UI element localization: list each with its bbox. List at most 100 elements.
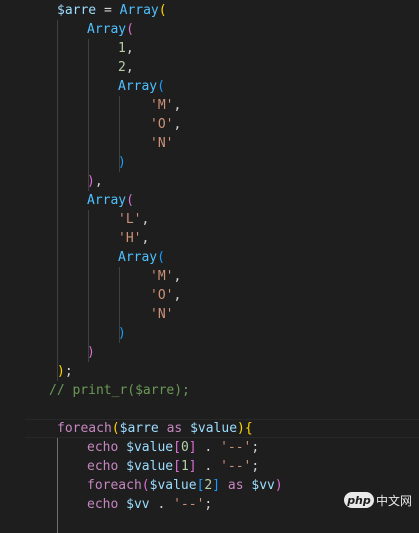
code-token: [ (173, 440, 181, 455)
code-token: '--' (173, 497, 205, 512)
php-logo: php (343, 492, 374, 508)
code-token: 2 (118, 60, 126, 75)
code-token: ( (158, 3, 167, 18)
code-token: $arre (119, 421, 159, 436)
code-line[interactable]: 'N' (150, 134, 173, 153)
code-token: , (173, 269, 182, 284)
code-token: ; (204, 497, 213, 512)
code-token: $value (190, 421, 238, 436)
code-line[interactable]: Array( (87, 20, 134, 39)
code-token: ] (212, 478, 221, 493)
code-line[interactable]: 'M', (150, 96, 181, 115)
code-token: , (141, 231, 150, 246)
code-token: . (196, 440, 221, 455)
code-line[interactable]: ) (118, 324, 126, 343)
code-line[interactable]: 'L', (118, 210, 149, 229)
code-line[interactable]: Array( (87, 191, 134, 210)
code-token: ( (141, 478, 150, 493)
code-token: 'N' (150, 307, 174, 322)
code-line[interactable]: echo $value[0] . '--'; (87, 438, 259, 457)
code-token: Array (118, 79, 158, 94)
site-watermark: php 中文网 (343, 491, 412, 509)
code-line[interactable]: echo $vv . '--'; (87, 495, 212, 514)
code-token: Array (87, 22, 127, 37)
code-token: , (94, 174, 103, 189)
code-token: echo (87, 497, 127, 512)
code-line[interactable]: Array( (118, 77, 165, 96)
code-line[interactable]: ) (118, 153, 126, 172)
code-token: , (125, 41, 134, 56)
code-token: 'M' (150, 269, 174, 284)
code-line[interactable]: echo $value[1] . '--'; (87, 457, 259, 476)
code-token: $vv (251, 478, 275, 493)
indent-guide (88, 39, 89, 191)
code-token: '--' (220, 440, 252, 455)
code-line[interactable]: 1, (118, 39, 134, 58)
code-token: . (149, 497, 174, 512)
code-token: ) (237, 421, 245, 436)
code-token: $value (126, 440, 174, 455)
code-token: , (173, 98, 182, 113)
code-token: // print_r($arre); (49, 383, 190, 398)
code-token: ( (157, 250, 165, 265)
code-token: 'O' (150, 288, 174, 303)
code-token: ] (188, 440, 197, 455)
code-token: Array (119, 3, 159, 18)
code-token: ( (157, 79, 165, 94)
code-token: 'M' (150, 98, 174, 113)
code-token: echo (87, 459, 127, 474)
code-line[interactable]: 2, (118, 58, 134, 77)
code-token: '--' (220, 459, 252, 474)
indent-guide (57, 20, 58, 381)
code-token: ] (188, 459, 197, 474)
code-line[interactable]: ) (87, 343, 95, 362)
code-line[interactable]: Array( (118, 248, 165, 267)
code-line[interactable]: ), (87, 172, 103, 191)
code-token: ( (126, 193, 134, 208)
code-token: ; (64, 364, 73, 379)
code-token: foreach (57, 421, 112, 436)
code-line[interactable]: 'H', (118, 229, 149, 248)
code-line[interactable]: 'N' (150, 305, 173, 324)
code-token: as (220, 478, 252, 493)
code-token: Array (87, 193, 127, 208)
code-token: as (158, 421, 191, 436)
code-token: . (196, 459, 221, 474)
code-line[interactable]: ); (57, 362, 73, 381)
indent-guide (88, 210, 89, 362)
code-token: $value (126, 459, 174, 474)
code-token: , (173, 117, 182, 132)
code-token: , (125, 60, 134, 75)
code-token: 1 (118, 41, 126, 56)
code-token: ) (87, 345, 95, 360)
code-token: 'O' (150, 117, 174, 132)
code-token: , (173, 288, 182, 303)
code-token: ( (126, 22, 134, 37)
code-line[interactable]: $arre = Array( (57, 1, 167, 20)
code-line[interactable]: 'M', (150, 267, 181, 286)
code-token: ; (251, 459, 260, 474)
code-line[interactable]: foreach($value[2] as $vv) (87, 476, 283, 495)
code-token: ; (251, 440, 260, 455)
code-line[interactable]: // print_r($arre); (49, 381, 190, 400)
code-token: foreach (87, 478, 142, 493)
code-token: echo (87, 440, 127, 455)
code-token: ) (274, 478, 283, 493)
code-token: $value (149, 478, 197, 493)
indent-guide (57, 438, 58, 533)
code-token: = (96, 3, 120, 18)
code-token: ) (118, 326, 126, 341)
code-token: ) (57, 364, 65, 379)
code-token: $arre (57, 3, 97, 18)
code-token: ) (118, 155, 126, 170)
code-line[interactable]: 'O', (150, 286, 181, 305)
code-token: 0 (180, 440, 189, 455)
code-editor[interactable]: $arre = Array(Array(1, 2, Array('M', 'O', 'N… (0, 0, 419, 533)
code-token: { (244, 421, 253, 436)
code-token: ( (111, 421, 120, 436)
code-line[interactable]: 'O', (150, 115, 181, 134)
code-token: 1 (180, 459, 189, 474)
code-token: Array (118, 250, 158, 265)
code-line[interactable]: foreach($arre as $value){ (57, 419, 253, 438)
code-token: 'H' (118, 231, 142, 246)
